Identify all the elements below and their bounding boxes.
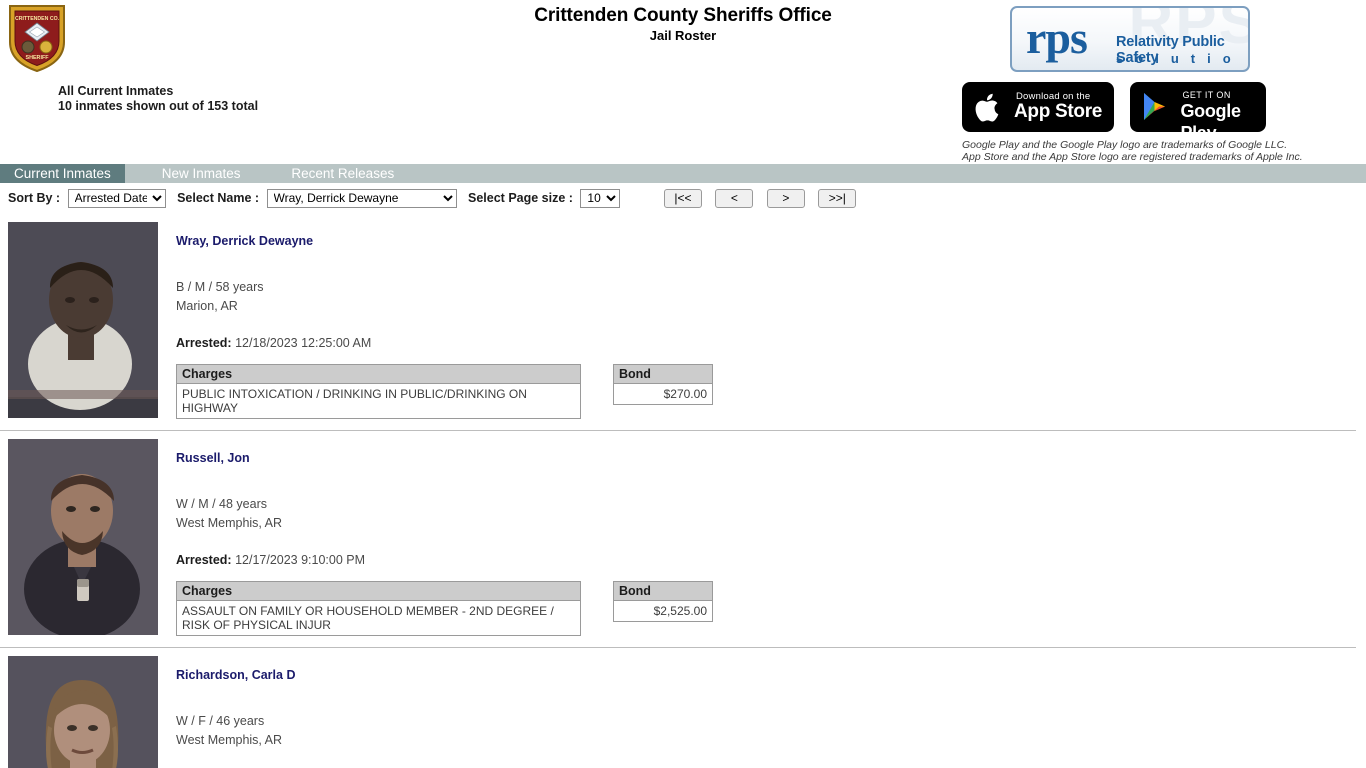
inmate-details: Wray, Derrick Dewayne B / M / 58 years M… — [176, 222, 1366, 420]
inmate-name-link[interactable]: Wray, Derrick Dewayne — [176, 234, 313, 248]
inmate-roster-list: Wray, Derrick Dewayne B / M / 58 years M… — [0, 214, 1366, 768]
inmate-mugshot[interactable] — [8, 656, 158, 768]
sheriff-badge-icon: CRITTENDEN CO. SHERIFF — [9, 5, 65, 73]
inmate-arrested-line: Arrested: 12/18/2023 12:25:00 AM — [176, 336, 1366, 350]
inmate-demographics: B / M / 58 years — [176, 280, 264, 294]
bond-amount: $2,525.00 — [653, 604, 707, 618]
inmate-row: Richardson, Carla D W / F / 46 years Wes… — [0, 648, 1366, 768]
google-play-name: Google Play — [1180, 101, 1241, 143]
trademark-line-apple: App Store and the App Store logo are reg… — [962, 151, 1303, 163]
inmate-city: West Memphis, AR — [176, 516, 283, 530]
app-store-button[interactable]: Download on the App Store — [962, 82, 1114, 132]
tab-new-inmates[interactable]: New Inmates — [148, 164, 255, 183]
tab-current-inmates[interactable]: Current Inmates — [0, 164, 125, 183]
prev-page-button[interactable]: < — [715, 188, 754, 208]
apple-icon — [975, 93, 999, 122]
rps-logo[interactable]: RPS rps Relativity Public Safety s o l u… — [1010, 6, 1250, 72]
bond-table: Bond $270.00 — [613, 364, 713, 405]
bond-table: Bond $2,525.00 — [613, 581, 713, 622]
google-play-icon — [1144, 93, 1166, 120]
next-page-button[interactable]: > — [766, 188, 805, 208]
select-name-label: Select Name : — [177, 191, 260, 205]
bond-header: Bond — [614, 582, 712, 601]
inmate-demographics-block: W / M / 48 years West Memphis, AR — [176, 495, 1366, 533]
roster-summary: All Current Inmates 10 inmates shown out… — [58, 84, 258, 114]
charges-and-bond: Charges ASSAULT ON FAMILY OR HOUSEHOLD M… — [176, 581, 1366, 637]
sort-by-select[interactable]: Arrested DateName — [67, 188, 166, 208]
inmate-name-link[interactable]: Richardson, Carla D — [176, 668, 295, 682]
inmate-details: Russell, Jon W / M / 48 years West Memph… — [176, 439, 1366, 637]
inmate-arrested-line: Arrested: 12/17/2023 9:10:00 PM — [176, 553, 1366, 567]
tab-recent-releases[interactable]: Recent Releases — [277, 164, 408, 183]
mugshot-image — [8, 656, 158, 768]
pagination-controls: |<< < > >>| — [663, 188, 866, 208]
arrested-label: Arrested: — [176, 336, 232, 350]
inmate-city: West Memphis, AR — [176, 733, 283, 747]
arrested-label: Arrested: — [176, 553, 232, 567]
inmate-mugshot[interactable] — [8, 439, 158, 635]
tab-bar: Current Inmates New Inmates Recent Relea… — [0, 164, 1366, 183]
inmate-details: Richardson, Carla D W / F / 46 years Wes… — [176, 656, 1366, 768]
inmate-mugshot[interactable] — [8, 222, 158, 418]
mugshot-image — [8, 222, 158, 418]
inmate-demographics-block: B / M / 58 years Marion, AR — [176, 278, 1366, 316]
trademark-disclaimer: Google Play and the Google Play logo are… — [962, 139, 1303, 163]
inmate-row: Wray, Derrick Dewayne B / M / 58 years M… — [0, 214, 1366, 431]
charges-and-bond: Charges PUBLIC INTOXICATION / DRINKING I… — [176, 364, 1366, 420]
arrested-value: 12/17/2023 9:10:00 PM — [235, 553, 366, 567]
trademark-line-google: Google Play and the Google Play logo are… — [962, 139, 1288, 151]
inmate-demographics: W / M / 48 years — [176, 497, 267, 511]
google-play-button[interactable]: GET IT ON Google Play — [1130, 82, 1267, 143]
select-name-dropdown[interactable]: Wray, Derrick DewayneRussell, JonRichard… — [266, 188, 457, 208]
arrested-value: 12/18/2023 12:25:00 AM — [235, 336, 372, 350]
charge-text: PUBLIC INTOXICATION / DRINKING IN PUBLIC… — [182, 387, 527, 415]
sort-by-label: Sort By : — [8, 191, 61, 205]
store-badges: Download on the App Store GET IT ON Goog… — [962, 82, 1267, 143]
roster-count-label: 10 inmates shown out of 153 total — [58, 99, 259, 113]
charges-header: Charges — [177, 365, 580, 384]
rps-tagline-secondary: s o l u t i o n s — [1116, 51, 1235, 70]
svg-text:CRITTENDEN CO.: CRITTENDEN CO. — [15, 16, 60, 22]
first-page-button[interactable]: |<< — [663, 188, 702, 208]
page-size-select[interactable]: 102550 — [580, 188, 621, 208]
inmate-city: Marion, AR — [176, 299, 238, 313]
charges-table: Charges ASSAULT ON FAMILY OR HOUSEHOLD M… — [176, 581, 581, 636]
svg-text:SHERIFF: SHERIFF — [25, 55, 49, 61]
charges-table: Charges PUBLIC INTOXICATION / DRINKING I… — [176, 364, 581, 419]
mugshot-image — [8, 439, 158, 635]
app-store-name: App Store — [1014, 101, 1103, 122]
page-root: CRITTENDEN CO. SHERIFF Crittenden County… — [0, 0, 1366, 768]
charge-text: ASSAULT ON FAMILY OR HOUSEHOLD MEMBER - … — [182, 604, 554, 632]
bond-amount: $270.00 — [663, 387, 707, 401]
inmate-name-link[interactable]: Russell, Jon — [176, 451, 250, 465]
filter-controls: Sort By : Arrested DateName Select Name … — [0, 188, 1366, 212]
charges-header: Charges — [177, 582, 580, 601]
page-header: CRITTENDEN CO. SHERIFF Crittenden County… — [0, 0, 1366, 163]
page-size-label: Select Page size : — [468, 191, 573, 205]
inmate-row: Russell, Jon W / M / 48 years West Memph… — [0, 431, 1366, 648]
sheriff-badge-logo: CRITTENDEN CO. SHERIFF — [6, 2, 68, 74]
last-page-button[interactable]: >>| — [818, 188, 857, 208]
inmate-demographics: W / F / 46 years — [176, 714, 265, 728]
roster-scope-label: All Current Inmates — [58, 84, 174, 98]
rps-wordmark: rps — [1026, 12, 1088, 63]
bond-header: Bond — [614, 365, 712, 384]
inmate-demographics-block: W / F / 46 years West Memphis, AR — [176, 712, 1366, 750]
